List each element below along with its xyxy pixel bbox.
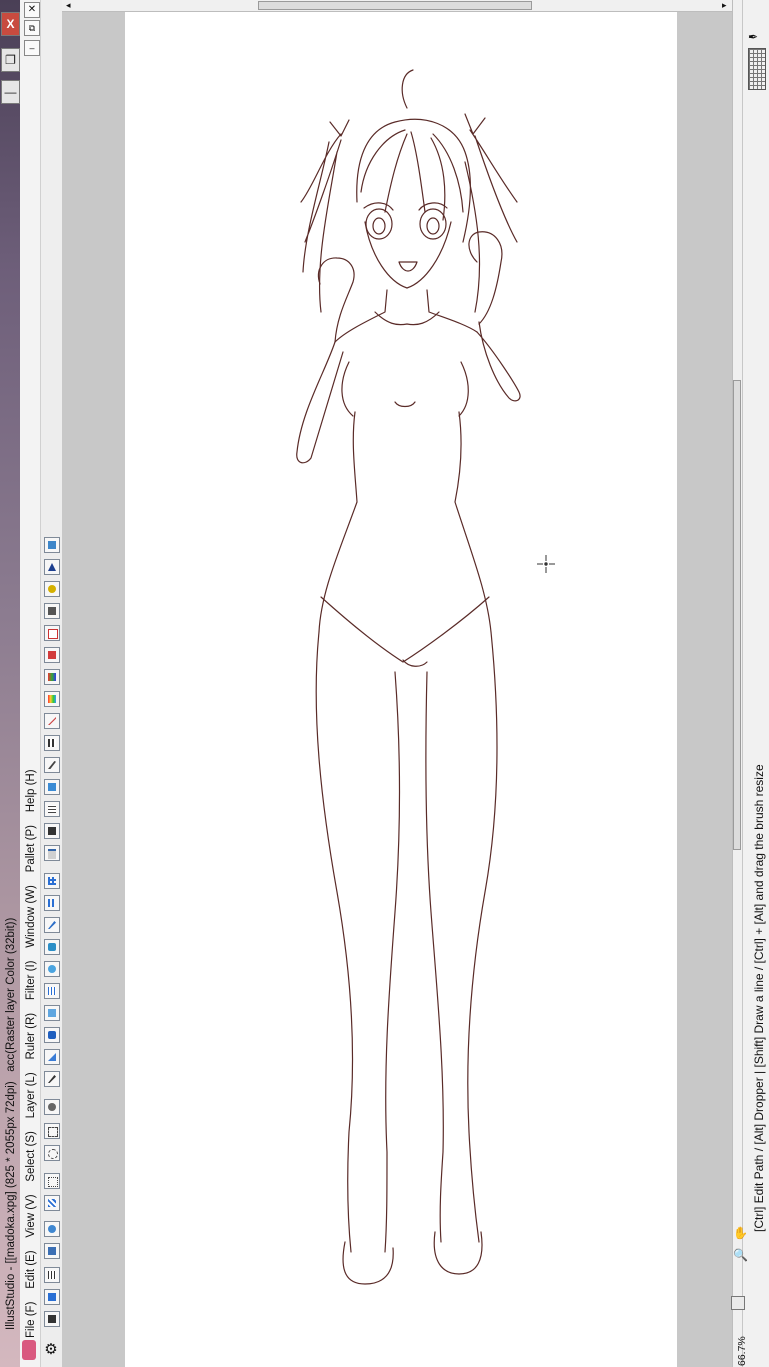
sketch-figure: [296, 69, 521, 1285]
hand-icon[interactable]: ✋: [733, 1226, 748, 1240]
scroll-right-icon[interactable]: ▸: [722, 0, 727, 11]
tool-hash-icon[interactable]: [44, 873, 60, 889]
menu-help[interactable]: Help (H): [25, 769, 37, 812]
zoom-slider-thumb[interactable]: [731, 1296, 745, 1310]
tool-eraser-icon[interactable]: [44, 1005, 60, 1021]
scroll-left-icon[interactable]: ◂: [66, 0, 71, 11]
tool-triangle-icon[interactable]: [44, 559, 60, 575]
menu-window[interactable]: Window (W): [25, 885, 37, 948]
menu-edit[interactable]: Edit (E): [25, 1250, 37, 1288]
tool-lasso-icon[interactable]: [44, 581, 60, 597]
restore-window-button[interactable]: ❐: [1, 48, 20, 72]
tool-layer-icon[interactable]: [44, 537, 60, 553]
zoom-level: 66.7%: [736, 1336, 748, 1366]
menu-pallet[interactable]: Pallet (P): [25, 825, 37, 872]
zoom-icon[interactable]: 🔍: [733, 1248, 748, 1262]
menu-filter[interactable]: Filter (I): [25, 961, 37, 1001]
horizontal-scroll-thumb[interactable]: [258, 1, 532, 10]
menu-file[interactable]: File (F): [25, 1302, 37, 1338]
tool-line-icon[interactable]: [44, 713, 60, 729]
tool-grid-icon[interactable]: [44, 823, 60, 839]
tool-dropper-icon[interactable]: [44, 1071, 60, 1087]
tool-pencil-icon[interactable]: [44, 757, 60, 773]
doc-minimize-button[interactable]: –: [24, 40, 40, 56]
doc-close-button[interactable]: ✕: [24, 2, 40, 18]
settings-gear-icon[interactable]: ⚙: [43, 1342, 59, 1358]
tool-selection-icon[interactable]: [44, 1173, 60, 1189]
tool-pattern-icon[interactable]: [44, 983, 60, 999]
grid-icon[interactable]: [748, 48, 766, 90]
layer-info: acc(Raster layer Color (32bit)): [5, 917, 17, 1072]
tool-hash2-icon[interactable]: [44, 895, 60, 911]
tool-tone-icon[interactable]: [44, 647, 60, 663]
tool-select-dots-icon[interactable]: [44, 1267, 60, 1283]
tool-rotate-icon[interactable]: [44, 1221, 60, 1237]
menu-view[interactable]: View (V): [25, 1194, 37, 1237]
tool-move-icon[interactable]: [44, 1243, 60, 1259]
tool-calendar-icon[interactable]: [44, 845, 60, 861]
menu-ruler[interactable]: Ruler (R): [25, 1013, 37, 1060]
tool-copy-icon[interactable]: [44, 603, 60, 619]
tool-checker-icon[interactable]: [44, 1195, 60, 1211]
tool-fill-icon[interactable]: [44, 779, 60, 795]
pen-tablet-icon: ✒: [748, 30, 759, 44]
close-window-button[interactable]: X: [1, 12, 20, 36]
window-title: IllustStudio - [[madoka.xpg] (825 * 2055…: [5, 917, 17, 1330]
tool-brush-icon[interactable]: [44, 939, 60, 955]
tool-stop-icon[interactable]: [44, 1311, 60, 1327]
tool-frame-icon[interactable]: [44, 625, 60, 641]
vertical-scroll-thumb[interactable]: [733, 380, 741, 850]
app-badge-icon: [22, 1340, 36, 1360]
doc-restore-button[interactable]: ⧉: [24, 20, 40, 36]
tool-camera-icon[interactable]: [44, 1099, 60, 1115]
menu-layer[interactable]: Layer (L): [25, 1072, 37, 1118]
menu-bar: File (F) Edit (E) View (V) Select (S) La…: [25, 769, 37, 1338]
status-message: [Ctrl] Edit Path / [Alt] Dropper | [Shif…: [752, 764, 766, 1232]
brush-cursor-icon: [537, 555, 555, 573]
minimize-window-button[interactable]: —: [1, 80, 20, 104]
tool-color-icon[interactable]: [44, 669, 60, 685]
tool-ruler-icon[interactable]: [44, 1049, 60, 1065]
tool-marquee-icon[interactable]: [44, 1123, 60, 1139]
tool-bucket-icon[interactable]: [44, 1027, 60, 1043]
menu-select[interactable]: Select (S): [25, 1131, 37, 1182]
tool-film-icon[interactable]: [44, 735, 60, 751]
tool-transform-icon[interactable]: [44, 1289, 60, 1305]
tool-airbrush-icon[interactable]: [44, 961, 60, 977]
tool-gradient-icon[interactable]: [44, 691, 60, 707]
tool-list-icon[interactable]: [44, 801, 60, 817]
tool-lasso-select-icon[interactable]: [44, 1145, 60, 1161]
tool-pen-icon[interactable]: [44, 917, 60, 933]
